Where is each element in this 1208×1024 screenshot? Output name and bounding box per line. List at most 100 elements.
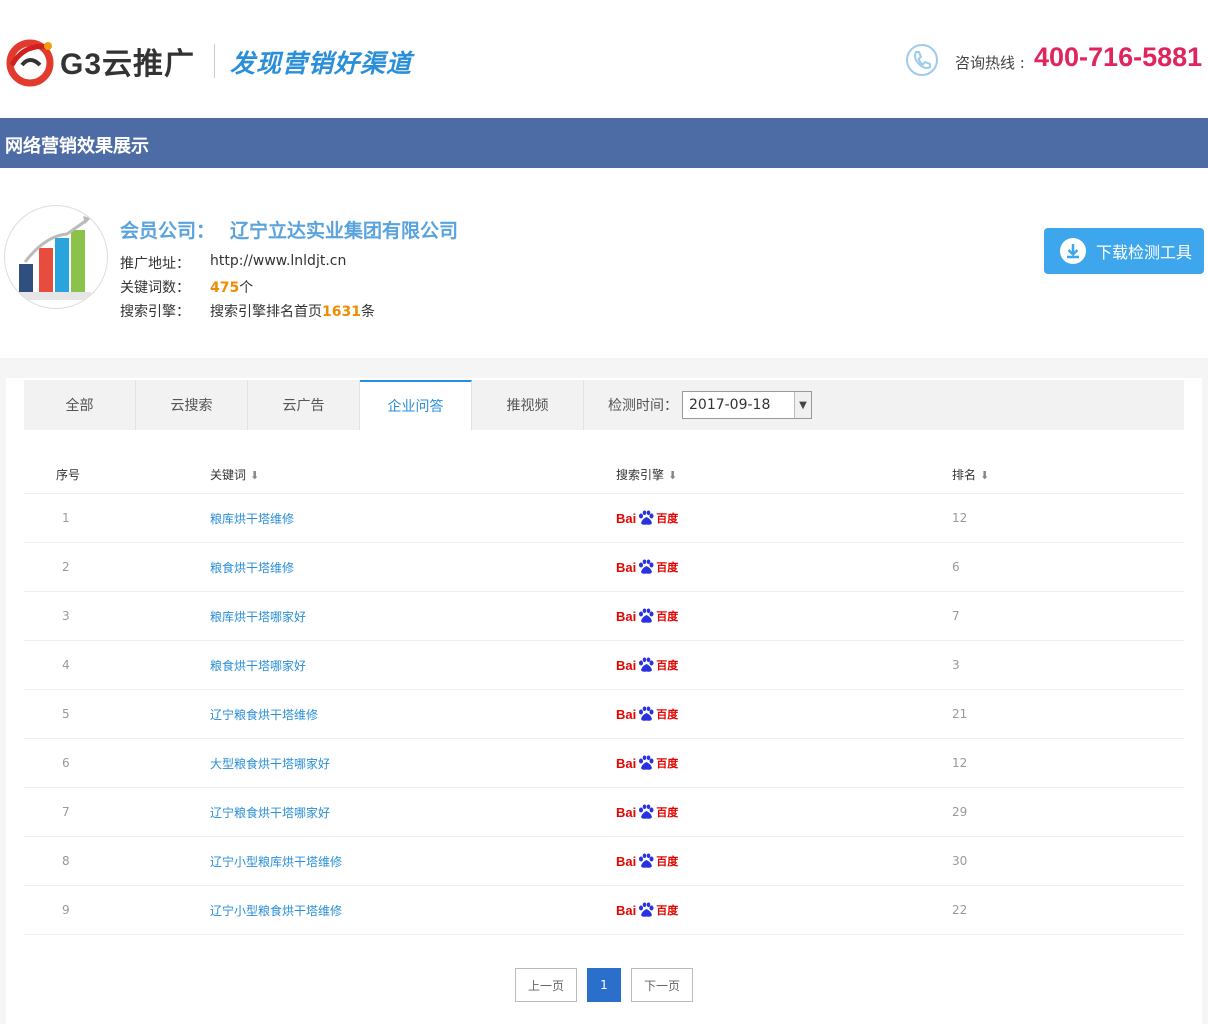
row-engine: Bai 百度	[616, 804, 952, 820]
date-select[interactable]: 2017-09-18 ▼	[682, 391, 812, 419]
baidu-logo-right: 百度	[656, 562, 679, 574]
tab-video[interactable]: 推视频	[472, 380, 584, 430]
baidu-logo: Bai 百度	[616, 559, 678, 575]
promo-url-label: 推广地址：	[120, 256, 190, 272]
company-name: 辽宁立达实业集团有限公司	[230, 220, 459, 242]
sort-down-icon[interactable]: ⬇	[668, 469, 677, 482]
row-rank: 3	[952, 658, 960, 672]
row-rank: 6	[952, 560, 960, 574]
baidu-paw-icon	[639, 657, 654, 672]
date-select-value: 2017-09-18	[689, 397, 771, 413]
bar-chart-illustration-icon	[15, 216, 91, 300]
row-keyword[interactable]: 粮库烘干塔哪家好	[210, 608, 616, 625]
col-index-header: 序号	[24, 466, 210, 483]
hotline-label: 咨询热线 :	[955, 54, 1025, 72]
baidu-paw-icon	[639, 804, 654, 819]
table-row: 5 辽宁粮食烘干塔维修 Bai 百度 21	[24, 690, 1184, 739]
download-tool-button[interactable]: 下载检测工具	[1044, 228, 1204, 274]
table-row: 2 粮食烘干塔维修 Bai 百度 6	[24, 543, 1184, 592]
date-filter: 检测时间： 2017-09-18 ▼	[584, 380, 812, 430]
baidu-paw-icon	[639, 755, 654, 770]
row-rank: 29	[952, 805, 968, 819]
baidu-paw-icon	[639, 559, 654, 574]
promo-url-row: 推广地址： http://www.lnldjt.cn	[120, 253, 346, 273]
row-index: 6	[62, 756, 70, 770]
row-engine: Bai 百度	[616, 853, 952, 869]
baidu-logo: Bai 百度	[616, 853, 678, 869]
col-rank-label: 排名	[952, 468, 977, 482]
baidu-logo-right: 百度	[656, 856, 679, 868]
row-engine: Bai 百度	[616, 706, 952, 722]
row-rank: 7	[952, 609, 960, 623]
tab-all[interactable]: 全部	[24, 380, 136, 430]
engine-value: 搜索引擎排名首页1631条	[210, 301, 375, 321]
tab-enterprise-qa[interactable]: 企业问答	[360, 380, 472, 430]
baidu-logo-right: 百度	[656, 807, 679, 819]
table-body: 1 粮库烘干塔维修 Bai 百度 12 2 粮食烘干塔维修 Bai 百度 6 3…	[24, 494, 1184, 935]
row-keyword[interactable]: 辽宁粮食烘干塔哪家好	[210, 804, 616, 821]
row-keyword[interactable]: 辽宁小型粮库烘干塔维修	[210, 853, 616, 870]
row-rank: 12	[952, 511, 968, 525]
ranking-table: 序号 关键词 ⬇ 搜索引擎 ⬇ 排名 ⬇ 1 粮库烘干塔维修 Bai 百度 12 2	[24, 456, 1184, 935]
baidu-paw-icon	[639, 510, 654, 525]
site-logo[interactable]: G3云推广	[4, 34, 204, 88]
row-keyword[interactable]: 粮食烘干塔哪家好	[210, 657, 616, 674]
row-engine: Bai 百度	[616, 608, 952, 624]
tab-cloud-search[interactable]: 云搜索	[136, 380, 248, 430]
baidu-paw-icon	[639, 853, 654, 868]
baidu-logo-right: 百度	[656, 905, 679, 917]
keyword-count-label: 关键词数：	[120, 280, 190, 296]
engine-count: 1631	[322, 304, 361, 320]
keyword-count-unit: 个	[239, 280, 254, 296]
keyword-count: 475	[210, 280, 240, 296]
row-rank: 21	[952, 707, 968, 721]
row-rank: 30	[952, 854, 968, 868]
row-index: 4	[62, 658, 70, 672]
site-header: G3云推广 发现营销好渠道 咨询热线 : 400-716-5881	[0, 0, 1208, 118]
baidu-logo: Bai 百度	[616, 510, 678, 526]
baidu-logo-right: 百度	[656, 709, 679, 721]
section-bar	[0, 118, 1208, 168]
row-index: 7	[62, 805, 70, 819]
baidu-logo-left: Bai	[616, 804, 637, 820]
prev-page-button[interactable]: 上一页	[515, 968, 577, 1002]
row-keyword[interactable]: 辽宁粮食烘干塔维修	[210, 706, 616, 723]
baidu-logo-right: 百度	[656, 758, 679, 770]
table-row: 9 辽宁小型粮食烘干塔维修 Bai 百度 22	[24, 886, 1184, 935]
col-rank-header[interactable]: 排名 ⬇	[952, 466, 1184, 483]
chevron-down-icon[interactable]: ▼	[794, 392, 811, 418]
company-avatar	[4, 205, 108, 309]
baidu-logo-right: 百度	[656, 611, 679, 623]
current-page-button[interactable]: 1	[587, 968, 621, 1002]
keyword-count-row: 关键词数： 475个	[120, 277, 253, 297]
row-engine: Bai 百度	[616, 755, 952, 771]
baidu-paw-icon	[639, 608, 654, 623]
sort-down-icon[interactable]: ⬇	[980, 469, 989, 482]
baidu-paw-icon	[639, 706, 654, 721]
row-keyword[interactable]: 大型粮食烘干塔哪家好	[210, 755, 616, 772]
row-index: 9	[62, 903, 70, 917]
next-page-button[interactable]: 下一页	[631, 968, 693, 1002]
row-keyword[interactable]: 辽宁小型粮食烘干塔维修	[210, 902, 616, 919]
phone-icon	[906, 44, 938, 76]
tab-cloud-ads[interactable]: 云广告	[248, 380, 360, 430]
channel-tabs: 全部 云搜索 云广告 企业问答 推视频 检测时间： 2017-09-18 ▼	[24, 380, 1184, 430]
row-index: 2	[62, 560, 70, 574]
row-engine: Bai 百度	[616, 902, 952, 918]
sort-down-icon[interactable]: ⬇	[250, 469, 259, 482]
row-engine: Bai 百度	[616, 510, 952, 526]
col-engine-header[interactable]: 搜索引擎 ⬇	[616, 466, 952, 483]
pagination: 上一页 1 下一页	[515, 968, 703, 1002]
promo-url[interactable]: http://www.lnldjt.cn	[210, 253, 346, 273]
baidu-logo-left: Bai	[616, 853, 637, 869]
row-keyword[interactable]: 粮库烘干塔维修	[210, 510, 616, 527]
engine-label: 搜索引擎：	[120, 304, 190, 320]
baidu-logo: Bai 百度	[616, 657, 678, 673]
col-engine-label: 搜索引擎	[616, 468, 665, 482]
col-keyword-header[interactable]: 关键词 ⬇	[210, 466, 616, 483]
row-index: 1	[62, 511, 70, 525]
download-icon	[1060, 238, 1086, 264]
row-index: 8	[62, 854, 70, 868]
row-rank: 12	[952, 756, 968, 770]
row-keyword[interactable]: 粮食烘干塔维修	[210, 559, 616, 576]
